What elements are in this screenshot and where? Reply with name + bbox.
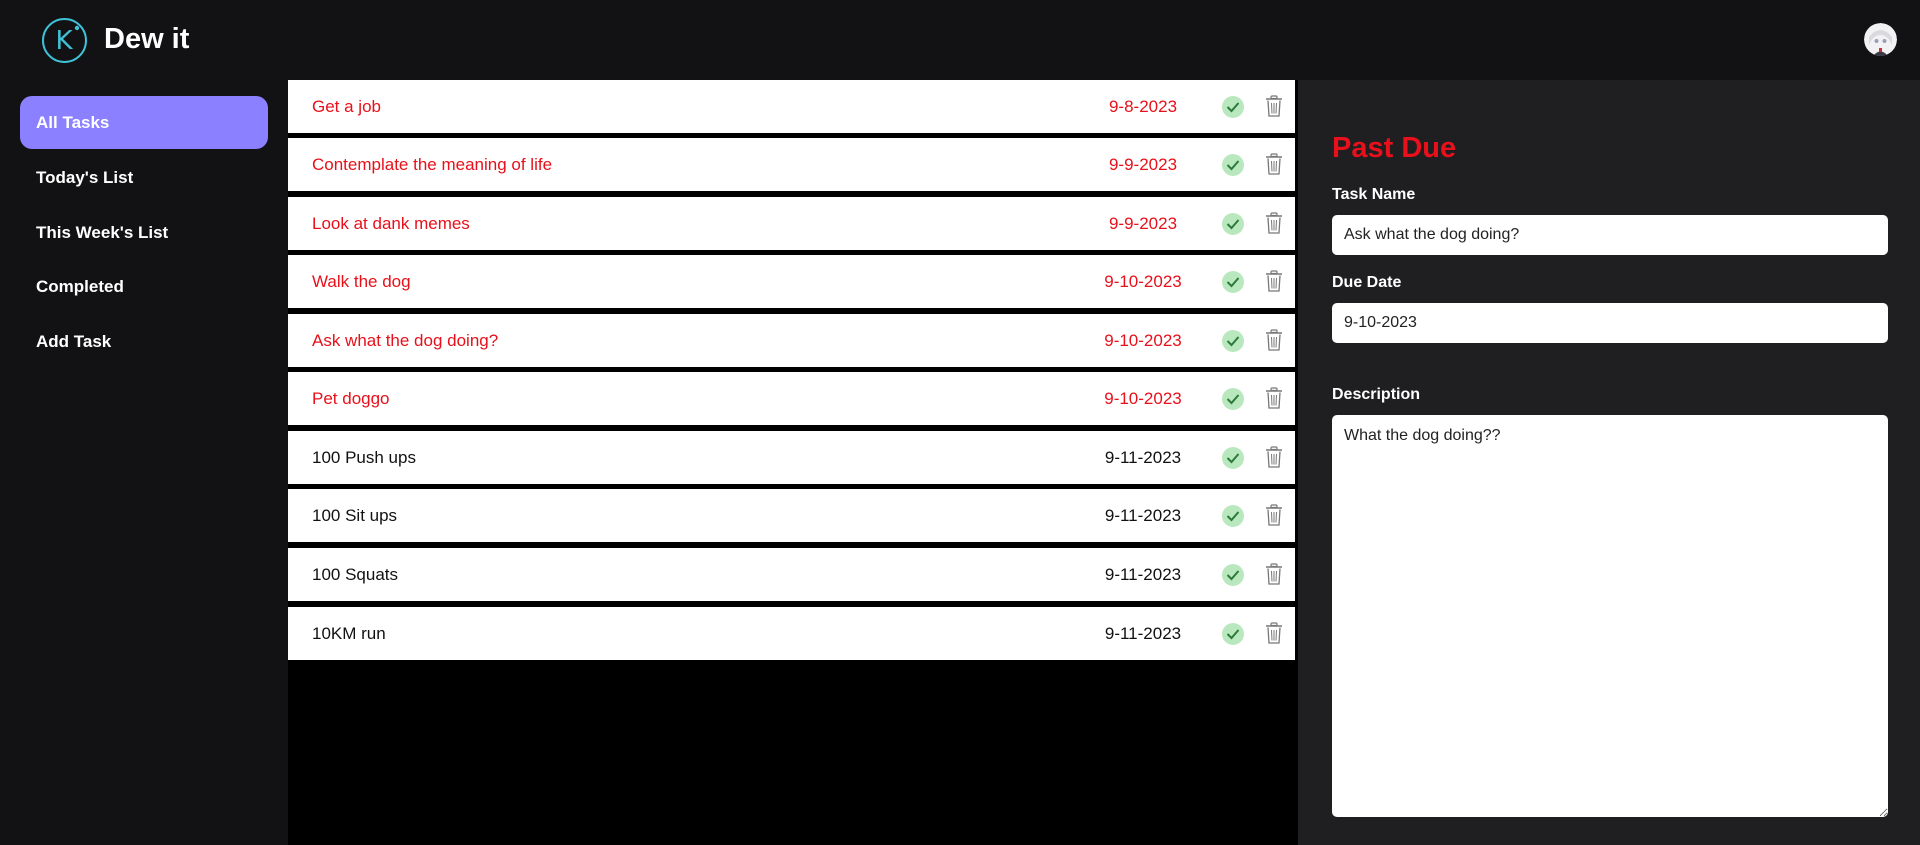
checkmark-icon[interactable] <box>1222 505 1244 527</box>
sidebar: All Tasks Today's List This Week's List … <box>0 80 288 845</box>
task-due-date: 9-8-2023 <box>1108 97 1178 116</box>
task-due-date: 9-10-2023 <box>1104 272 1182 291</box>
checkmark-icon[interactable] <box>1222 623 1244 645</box>
task-name-field[interactable] <box>1332 215 1888 255</box>
sidebar-item-this-weeks-list[interactable]: This Week's List <box>20 206 268 259</box>
task-due-date: 9-11-2023 <box>1104 565 1182 584</box>
due-date-field[interactable] <box>1332 303 1888 343</box>
task-name: Ask what the dog doing? <box>312 331 499 350</box>
task-row[interactable]: Contemplate the meaning of life 9-9-2023 <box>288 138 1295 191</box>
task-due-date: 9-9-2023 <box>1108 214 1178 233</box>
task-status-heading: Past Due <box>1332 132 1457 164</box>
trash-icon[interactable] <box>1265 387 1283 409</box>
task-due-date: 9-11-2023 <box>1104 506 1182 525</box>
task-name: 100 Push ups <box>312 448 416 467</box>
task-row[interactable]: Walk the dog 9-10-2023 <box>288 255 1295 308</box>
trash-icon[interactable] <box>1265 95 1283 117</box>
task-detail-panel: Past Due Task Name Due Date Description … <box>1298 80 1920 845</box>
checkmark-icon[interactable] <box>1222 213 1244 235</box>
task-due-date: 9-10-2023 <box>1104 389 1182 408</box>
task-row[interactable]: Look at dank memes 9-9-2023 <box>288 197 1295 250</box>
sidebar-item-completed[interactable]: Completed <box>20 260 268 313</box>
task-row[interactable]: 100 Squats 9-11-2023 <box>288 548 1295 601</box>
task-name-label: Task Name <box>1332 186 1416 203</box>
checkmark-icon[interactable] <box>1222 271 1244 293</box>
task-name: 10KM run <box>312 624 386 643</box>
checkmark-icon[interactable] <box>1222 154 1244 176</box>
trash-icon[interactable] <box>1265 504 1283 526</box>
task-list: Get a job 9-8-2023 Contemplate the meani… <box>288 80 1298 845</box>
task-name: Pet doggo <box>312 389 390 408</box>
task-row[interactable]: 100 Push ups 9-11-2023 <box>288 431 1295 484</box>
due-date-label: Due Date <box>1332 274 1402 291</box>
checkmark-icon[interactable] <box>1222 96 1244 118</box>
app-header: K Dew it <box>0 0 1920 80</box>
task-row[interactable]: 100 Sit ups 9-11-2023 <box>288 489 1295 542</box>
user-avatar[interactable] <box>1864 23 1897 56</box>
trash-icon[interactable] <box>1265 270 1283 292</box>
description-field[interactable]: What the dog doing?? <box>1332 415 1888 817</box>
task-name: Walk the dog <box>312 272 411 291</box>
task-due-date: 9-9-2023 <box>1108 155 1178 174</box>
sidebar-item-all-tasks[interactable]: All Tasks <box>20 96 268 149</box>
sidebar-item-add-task[interactable]: Add Task <box>20 315 268 368</box>
sidebar-item-todays-list[interactable]: Today's List <box>20 151 268 204</box>
checkmark-icon[interactable] <box>1222 330 1244 352</box>
task-name: 100 Sit ups <box>312 506 398 525</box>
task-row[interactable]: Ask what the dog doing? 9-10-2023 <box>288 314 1295 367</box>
trash-icon[interactable] <box>1265 622 1283 644</box>
trash-icon[interactable] <box>1265 153 1283 175</box>
task-row[interactable]: Get a job 9-8-2023 <box>288 80 1295 133</box>
app-title: Dew it <box>104 23 190 55</box>
svg-text:K: K <box>55 26 73 56</box>
description-label: Description <box>1332 386 1421 403</box>
task-row[interactable]: 10KM run 9-11-2023 <box>288 607 1295 660</box>
trash-icon[interactable] <box>1265 212 1283 234</box>
trash-icon[interactable] <box>1265 563 1283 585</box>
task-name: 100 Squats <box>312 565 399 584</box>
checkmark-icon[interactable] <box>1222 564 1244 586</box>
k-logo-icon: K <box>41 17 88 64</box>
trash-icon[interactable] <box>1265 446 1283 468</box>
task-due-date: 9-11-2023 <box>1104 448 1182 467</box>
trash-icon[interactable] <box>1265 329 1283 351</box>
task-due-date: 9-10-2023 <box>1104 331 1182 350</box>
task-due-date: 9-11-2023 <box>1104 624 1182 643</box>
task-name: Look at dank memes <box>312 214 470 233</box>
task-name: Contemplate the meaning of life <box>312 155 553 174</box>
task-row[interactable]: Pet doggo 9-10-2023 <box>288 372 1295 425</box>
task-name: Get a job <box>312 97 381 116</box>
checkmark-icon[interactable] <box>1222 388 1244 410</box>
checkmark-icon[interactable] <box>1222 447 1244 469</box>
